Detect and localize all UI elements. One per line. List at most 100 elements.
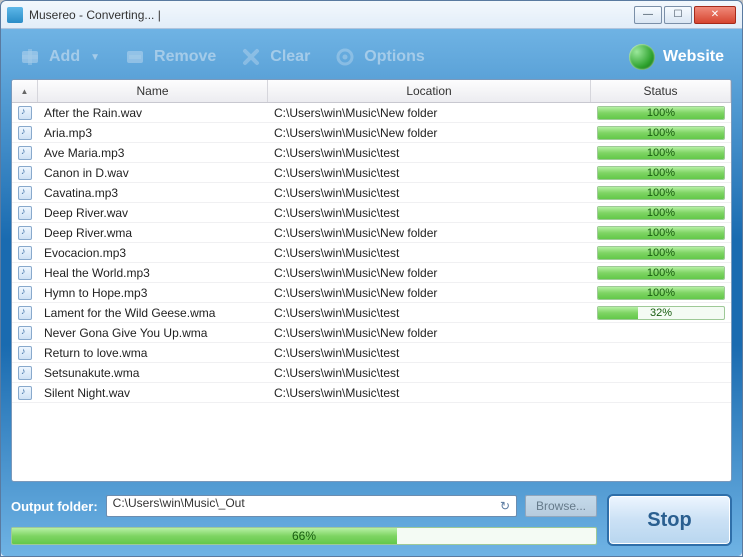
stop-button[interactable]: Stop <box>607 494 732 546</box>
file-name: Deep River.wav <box>38 206 268 220</box>
file-location: C:\Users\win\Music\New folder <box>268 126 591 140</box>
table-row[interactable]: Return to love.wmaC:\Users\win\Music\tes… <box>12 343 731 363</box>
file-icon-cell <box>12 266 38 280</box>
music-file-icon <box>18 286 32 300</box>
chevron-down-icon: ▼ <box>90 52 100 63</box>
file-name: Hymn to Hope.mp3 <box>38 286 268 300</box>
table-row[interactable]: Deep River.wmaC:\Users\win\Music\New fol… <box>12 223 731 243</box>
file-status: 100% <box>591 286 731 300</box>
progress-bar: 100% <box>597 246 725 260</box>
file-icon-cell <box>12 186 38 200</box>
file-location: C:\Users\win\Music\test <box>268 386 591 400</box>
window-buttons: — ☐ ✕ <box>634 6 736 24</box>
file-location: C:\Users\win\Music\New folder <box>268 226 591 240</box>
progress-bar: 100% <box>597 206 725 220</box>
file-status: 100% <box>591 186 731 200</box>
maximize-button[interactable]: ☐ <box>664 6 692 24</box>
window-title: Musereo - Converting... | <box>29 8 634 22</box>
table-row[interactable]: Setsunakute.wmaC:\Users\win\Music\test <box>12 363 731 383</box>
file-location: C:\Users\win\Music\New folder <box>268 326 591 340</box>
progress-bar: 32% <box>597 306 725 320</box>
music-file-icon <box>18 226 32 240</box>
file-name: Lament for the Wild Geese.wma <box>38 306 268 320</box>
table-row[interactable]: Never Gona Give You Up.wmaC:\Users\win\M… <box>12 323 731 343</box>
file-grid: ▲ Name Location Status After the Rain.wa… <box>11 79 732 482</box>
file-icon-cell <box>12 166 38 180</box>
grid-body[interactable]: After the Rain.wavC:\Users\win\Music\New… <box>12 103 731 481</box>
table-row[interactable]: Silent Night.wavC:\Users\win\Music\test <box>12 383 731 403</box>
progress-label: 100% <box>598 187 724 199</box>
table-row[interactable]: Cavatina.mp3C:\Users\win\Music\test100% <box>12 183 731 203</box>
table-row[interactable]: Heal the World.mp3C:\Users\win\Music\New… <box>12 263 731 283</box>
progress-label: 100% <box>598 167 724 179</box>
table-row[interactable]: Canon in D.wavC:\Users\win\Music\test100… <box>12 163 731 183</box>
file-location: C:\Users\win\Music\test <box>268 346 591 360</box>
music-file-icon <box>18 326 32 340</box>
overall-progress: 66% <box>11 527 597 545</box>
file-name: Never Gona Give You Up.wma <box>38 326 268 340</box>
overall-progress-label: 66% <box>12 528 596 544</box>
table-row[interactable]: Ave Maria.mp3C:\Users\win\Music\test100% <box>12 143 731 163</box>
music-file-icon <box>18 146 32 160</box>
music-file-icon <box>18 126 32 140</box>
file-status: 32% <box>591 306 731 320</box>
music-file-icon <box>18 246 32 260</box>
minimize-button[interactable]: — <box>634 6 662 24</box>
file-status: 100% <box>591 226 731 240</box>
file-name: After the Rain.wav <box>38 106 268 120</box>
progress-bar: 100% <box>597 226 725 240</box>
file-icon-cell <box>12 366 38 380</box>
file-icon-cell <box>12 246 38 260</box>
table-row[interactable]: Deep River.wavC:\Users\win\Music\test100… <box>12 203 731 223</box>
output-folder-input[interactable]: C:\Users\win\Music\_Out ↻ <box>106 495 517 517</box>
progress-bar: 100% <box>597 266 725 280</box>
browse-button[interactable]: Browse... <box>525 495 597 517</box>
refresh-icon[interactable]: ↻ <box>497 498 513 514</box>
close-button[interactable]: ✕ <box>694 6 736 24</box>
progress-bar: 100% <box>597 186 725 200</box>
clear-button[interactable]: Clear <box>240 46 310 68</box>
table-row[interactable]: Evocacion.mp3C:\Users\win\Music\test100% <box>12 243 731 263</box>
window: Musereo - Converting... | — ☐ ✕ Add ▼ Re… <box>0 0 743 557</box>
add-icon <box>19 46 41 68</box>
file-status: 100% <box>591 166 731 180</box>
header-icon-col[interactable]: ▲ <box>12 80 38 102</box>
file-icon-cell <box>12 306 38 320</box>
titlebar[interactable]: Musereo - Converting... | — ☐ ✕ <box>1 1 742 29</box>
file-location: C:\Users\win\Music\test <box>268 166 591 180</box>
progress-label: 100% <box>598 147 724 159</box>
table-row[interactable]: Hymn to Hope.mp3C:\Users\win\Music\New f… <box>12 283 731 303</box>
website-button[interactable]: Website <box>629 44 724 70</box>
website-label: Website <box>663 48 724 66</box>
progress-label: 100% <box>598 227 724 239</box>
file-icon-cell <box>12 326 38 340</box>
gear-icon <box>334 46 356 68</box>
music-file-icon <box>18 206 32 220</box>
music-file-icon <box>18 266 32 280</box>
header-name[interactable]: Name <box>38 80 268 102</box>
header-status[interactable]: Status <box>591 80 731 102</box>
options-label: Options <box>364 48 424 66</box>
add-button[interactable]: Add ▼ <box>19 46 100 68</box>
file-icon-cell <box>12 106 38 120</box>
progress-label: 100% <box>598 127 724 139</box>
file-name: Ave Maria.mp3 <box>38 146 268 160</box>
remove-label: Remove <box>154 48 216 66</box>
file-location: C:\Users\win\Music\New folder <box>268 286 591 300</box>
file-status: 100% <box>591 106 731 120</box>
header-location[interactable]: Location <box>268 80 591 102</box>
progress-label: 100% <box>598 287 724 299</box>
music-file-icon <box>18 366 32 380</box>
progress-label: 32% <box>598 307 724 319</box>
table-row[interactable]: Aria.mp3C:\Users\win\Music\New folder100… <box>12 123 731 143</box>
remove-button[interactable]: Remove <box>124 46 216 68</box>
options-button[interactable]: Options <box>334 46 424 68</box>
clear-icon <box>240 46 262 68</box>
file-icon-cell <box>12 286 38 300</box>
progress-bar: 100% <box>597 106 725 120</box>
progress-label: 100% <box>598 207 724 219</box>
music-file-icon <box>18 306 32 320</box>
table-row[interactable]: After the Rain.wavC:\Users\win\Music\New… <box>12 103 731 123</box>
output-folder-value: C:\Users\win\Music\_Out <box>113 496 245 510</box>
table-row[interactable]: Lament for the Wild Geese.wmaC:\Users\wi… <box>12 303 731 323</box>
